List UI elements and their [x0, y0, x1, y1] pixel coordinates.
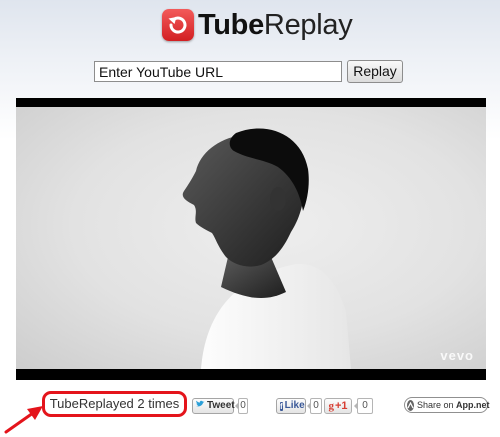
google-plus-label: +1	[334, 400, 348, 412]
tweet-label: Tweet	[207, 400, 235, 411]
facebook-like-label: Like	[284, 400, 305, 411]
twitter-bird-icon	[196, 399, 205, 413]
appnet-label-prefix: Share on	[417, 400, 457, 410]
video-still-figure	[182, 128, 351, 369]
appnet-label: Share on App.net	[417, 398, 490, 412]
google-plus-count: 0	[354, 398, 373, 414]
tweet-count: 0	[235, 398, 248, 414]
facebook-like-count: 0	[307, 398, 322, 414]
appnet-icon	[407, 399, 414, 411]
red-arrow-icon	[4, 406, 43, 434]
tubereplay-logo[interactable]: TubeReplay	[162, 8, 353, 42]
logo-text-bold: Tube	[198, 9, 264, 41]
video-player[interactable]: vevo	[16, 98, 486, 380]
vevo-watermark: vevo	[440, 348, 474, 363]
replay-count-label: TubeReplayed 2 times	[42, 391, 187, 417]
video-frame[interactable]: vevo	[16, 107, 486, 369]
replay-icon	[162, 9, 194, 41]
replay-button[interactable]: Replay	[347, 60, 403, 83]
tweet-button[interactable]: Tweet	[192, 398, 235, 414]
facebook-like-button[interactable]: f Like	[276, 398, 306, 414]
facebook-f-icon: f	[280, 401, 283, 411]
logo-text-light: Replay	[263, 9, 353, 41]
google-plus-icon: g	[328, 400, 334, 412]
youtube-url-input[interactable]	[94, 61, 342, 82]
appnet-label-bold: App.net	[456, 400, 490, 410]
logo-text: TubeReplay	[198, 8, 353, 42]
share-on-appnet-button[interactable]: Share on App.net	[404, 397, 490, 413]
google-plus-button[interactable]: g +1	[324, 398, 352, 414]
